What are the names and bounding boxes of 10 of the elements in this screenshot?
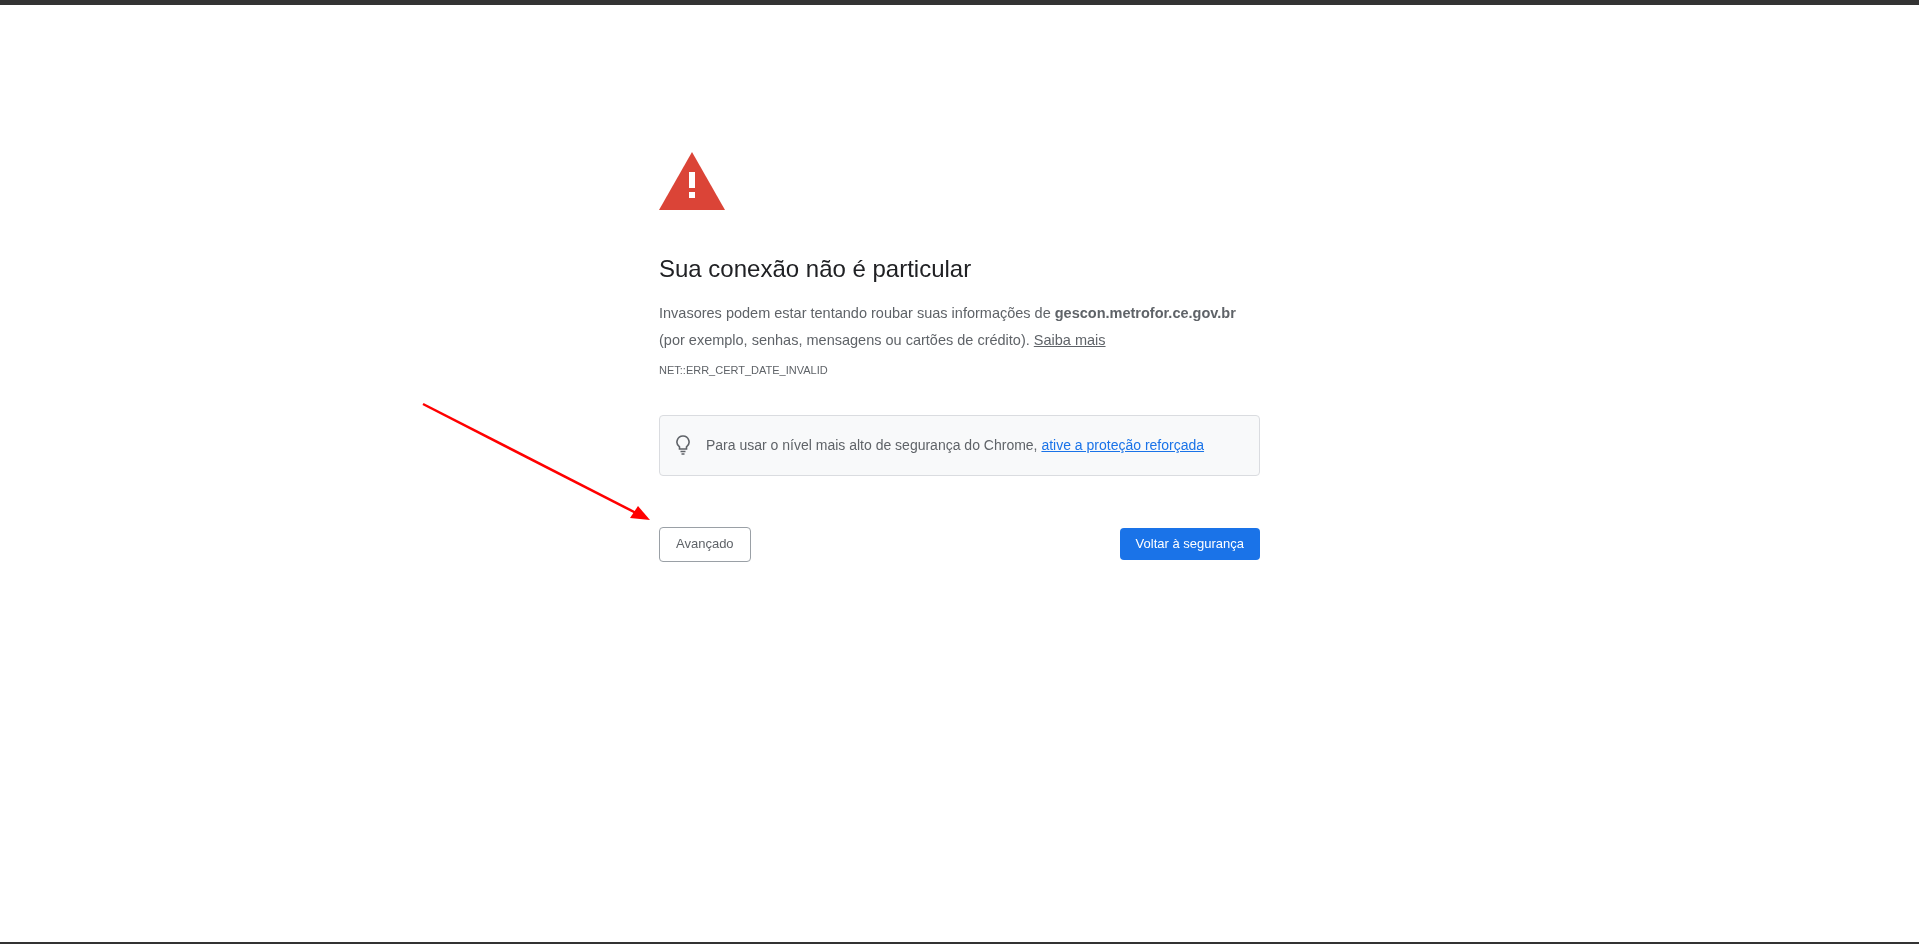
warning-icon xyxy=(659,152,725,210)
learn-more-link[interactable]: Saiba mais xyxy=(1033,332,1106,348)
lightbulb-icon xyxy=(676,435,690,455)
advanced-button[interactable]: Avançado xyxy=(659,526,751,562)
tip-text: Para usar o nível mais alto de segurança do Chrome, ative a proteção reforçada xyxy=(706,435,1205,455)
back-to-safety-button[interactable]: Voltar à segurança xyxy=(1119,528,1260,560)
enhanced-protection-link[interactable]: ative a proteção reforçada xyxy=(1041,436,1205,453)
error-code: NET::ERR_CERT_DATE_INVALID xyxy=(659,363,829,378)
warning-message: Invasores podem estar tentando roubar suas informações de gescon.metrofor.ce.gov.br (por exemplo, senhas, mensagens ou cartões de crédito). Saiba mais xyxy=(659,304,1237,350)
page-title: Sua conexão não é particular xyxy=(659,254,973,284)
